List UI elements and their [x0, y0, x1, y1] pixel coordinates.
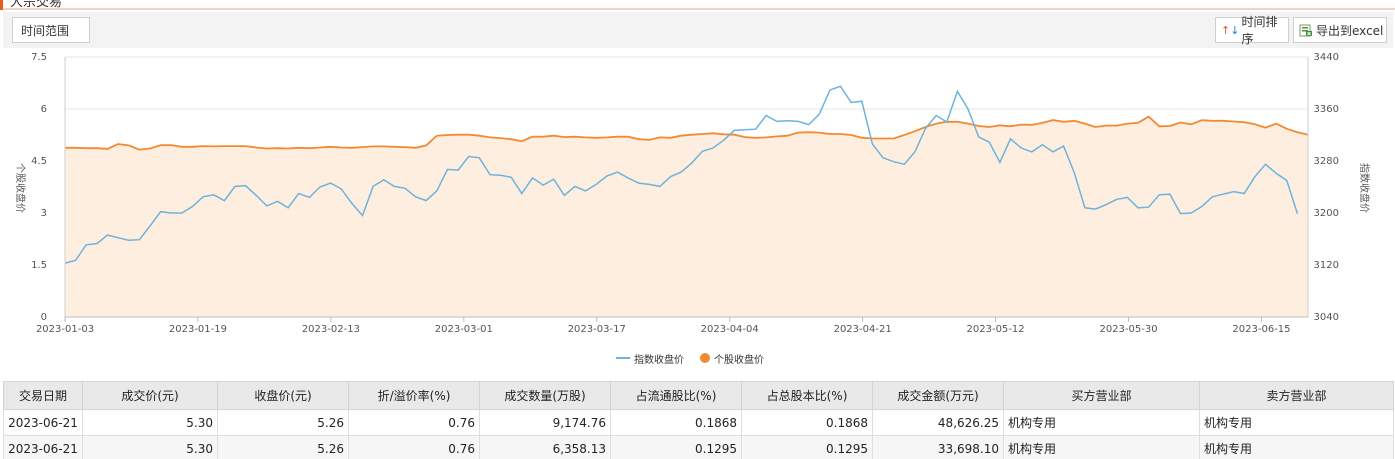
col-header-premium[interactable]: 折/溢价率(%): [348, 381, 480, 410]
legend-index-label: 指数收盘价: [634, 354, 684, 366]
cell-total-ratio: 0.1868: [741, 409, 873, 436]
x-tick-label: 2023-03-01: [435, 324, 493, 335]
col-header-close[interactable]: 收盘价(元): [217, 381, 349, 410]
toolbar: 时间范围 ↑ ↓ 时间排序 导出到excel: [3, 12, 1393, 48]
legend-stock-label: 个股收盘价: [714, 354, 764, 366]
x-tick-label: 2023-01-03: [36, 324, 94, 335]
section-title: 大宗交易: [10, 0, 63, 10]
cell-seller[interactable]: 机构专用: [1199, 435, 1394, 459]
col-header-volume[interactable]: 成交数量(万股): [479, 381, 611, 410]
cell-price: 5.30: [82, 409, 218, 436]
col-header-buyer[interactable]: 买方营业部: [1003, 381, 1200, 410]
right-tick-label: 3280: [1314, 156, 1339, 167]
cell-date: 2023-06-21: [3, 435, 83, 459]
cell-price: 5.30: [82, 435, 218, 459]
col-header-seller[interactable]: 卖方营业部: [1199, 381, 1394, 410]
left-tick-label: 0: [41, 312, 47, 323]
left-tick-label: 1.5: [31, 260, 47, 271]
time-range-button[interactable]: 时间范围: [12, 17, 90, 43]
table-row: 2023-06-21 5.30 5.26 0.76 6,358.13 0.129…: [3, 435, 1394, 459]
x-tick-label: 2023-04-21: [834, 324, 892, 335]
cell-volume: 6,358.13: [479, 435, 611, 459]
x-tick-label: 2023-02-13: [302, 324, 360, 335]
right-tick-label: 3200: [1314, 208, 1339, 219]
chart-legend: 指数收盘价 个股收盘价: [616, 350, 780, 366]
right-tick-label: 3120: [1314, 260, 1339, 271]
left-tick-label: 4.5: [31, 156, 47, 167]
cell-buyer[interactable]: 机构专用: [1003, 409, 1200, 436]
left-tick-label: 3: [41, 208, 47, 219]
time-range-label: 时间范围: [21, 23, 70, 38]
col-header-amount[interactable]: 成交金额(万元): [872, 381, 1004, 410]
table-row: 2023-06-21 5.30 5.26 0.76 9,174.76 0.186…: [3, 409, 1394, 436]
cell-float-ratio: 0.1295: [610, 435, 742, 459]
cell-date: 2023-06-21: [3, 409, 83, 436]
section-marker: [0, 0, 3, 10]
top-strip: [0, 0, 1395, 10]
cell-buyer[interactable]: 机构专用: [1003, 435, 1200, 459]
block-trade-table: 交易日期 成交价(元) 收盘价(元) 折/溢价率(%) 成交数量(万股) 占流通…: [3, 381, 1394, 459]
time-sort-label: 时间排序: [1241, 15, 1278, 46]
legend-item-index[interactable]: 指数收盘价: [616, 351, 684, 366]
right-axis-title: 指数收盘价: [1358, 163, 1371, 213]
x-tick-label: 2023-03-17: [568, 324, 626, 335]
price-chart: 7.5 3440 6 3360 4.5 3280 3 3200 1.5 3120 0 3040 2023…: [3, 48, 1393, 378]
x-tick-label: 2023-05-12: [967, 324, 1025, 335]
sort-icon: ↑ ↓: [1221, 23, 1240, 37]
cell-close: 5.26: [217, 409, 349, 436]
right-tick-label: 3360: [1314, 104, 1339, 115]
right-tick-label: 3440: [1314, 52, 1339, 63]
cell-premium: 0.76: [348, 435, 480, 459]
export-excel-button[interactable]: 导出到excel: [1293, 17, 1387, 43]
col-header-date[interactable]: 交易日期: [3, 381, 83, 410]
chart-svg: 7.5 3440 6 3360 4.5 3280 3 3200 1.5 3120 0 3040 2023…: [14, 52, 1371, 335]
cell-float-ratio: 0.1868: [610, 409, 742, 436]
right-tick-label: 3040: [1314, 312, 1339, 323]
cell-close: 5.26: [217, 435, 349, 459]
x-tick-label: 2023-06-15: [1232, 324, 1290, 335]
export-excel-label: 导出到excel: [1316, 23, 1384, 38]
x-tick-label: 2023-04-04: [701, 324, 759, 335]
excel-icon: [1299, 24, 1312, 36]
cell-volume: 9,174.76: [479, 409, 611, 436]
legend-item-stock[interactable]: 个股收盘价: [700, 351, 764, 366]
legend-dot-swatch: [700, 353, 710, 363]
cell-amount: 33,698.10: [872, 435, 1004, 459]
cell-premium: 0.76: [348, 409, 480, 436]
time-sort-button[interactable]: ↑ ↓ 时间排序: [1215, 15, 1289, 46]
left-tick-label: 7.5: [31, 52, 47, 63]
table-header-row: 交易日期 成交价(元) 收盘价(元) 折/溢价率(%) 成交数量(万股) 占流通…: [3, 381, 1394, 410]
left-axis-title: 个股收盘价: [14, 163, 27, 213]
left-tick-label: 6: [41, 104, 47, 115]
x-tick-label: 2023-05-30: [1099, 324, 1157, 335]
cell-total-ratio: 0.1295: [741, 435, 873, 459]
x-tick-label: 2023-01-19: [169, 324, 227, 335]
legend-line-swatch: [616, 357, 630, 359]
cell-amount: 48,626.25: [872, 409, 1004, 436]
col-header-price[interactable]: 成交价(元): [82, 381, 218, 410]
col-header-total-ratio[interactable]: 占总股本比(%): [741, 381, 873, 410]
col-header-float-ratio[interactable]: 占流通股比(%): [610, 381, 742, 410]
cell-seller[interactable]: 机构专用: [1199, 409, 1394, 436]
